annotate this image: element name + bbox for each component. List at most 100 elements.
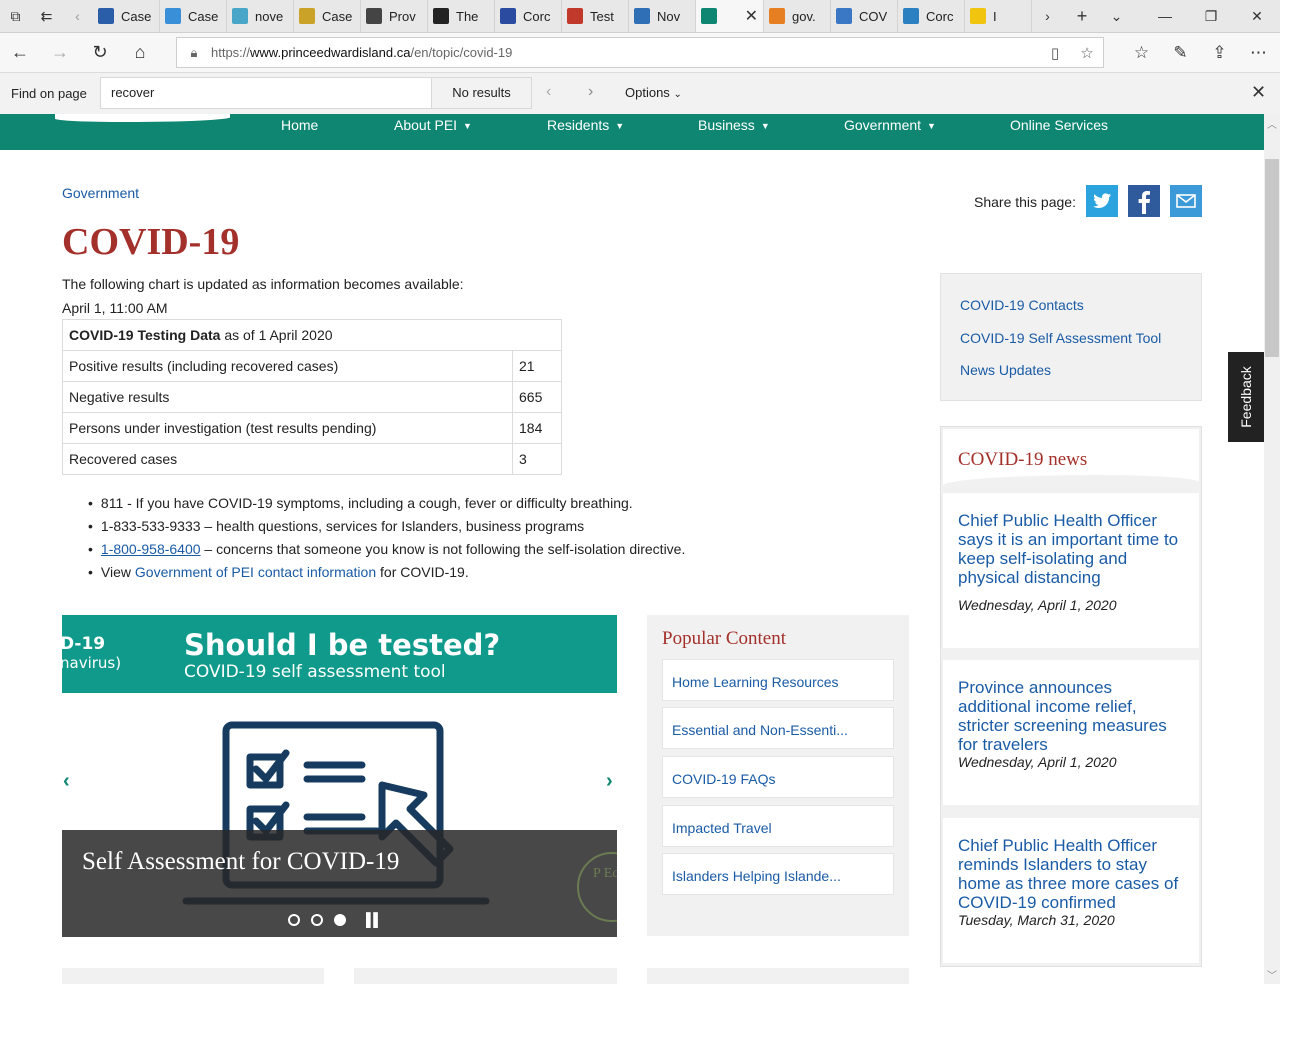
row-value: 184 — [512, 412, 562, 444]
popular-item[interactable]: Essential and Non-Essenti... — [662, 707, 894, 749]
nav-item[interactable]: Business ▼ — [698, 117, 770, 133]
scroll-down-icon[interactable]: ﹀ — [1264, 967, 1280, 982]
forward-icon[interactable]: → — [40, 42, 80, 63]
share-icon[interactable]: ⇪ — [1200, 43, 1239, 63]
testing-data-table: COVID-19 Testing Data as of 1 April 2020… — [62, 319, 562, 475]
row-label: Positive results (including recovered ca… — [62, 350, 513, 382]
tab-favicon-icon — [299, 8, 315, 24]
browser-tab[interactable]: Case — [294, 0, 361, 32]
reading-view-icon[interactable]: ▯ — [1039, 44, 1071, 62]
browser-tab[interactable]: ✕ — [696, 0, 764, 32]
quick-link-news-updates[interactable]: News Updates — [960, 362, 1051, 378]
bottom-card-stub — [354, 968, 617, 984]
tab-title: gov. — [792, 8, 816, 24]
browser-tab[interactable]: Prov — [361, 0, 428, 32]
lock-icon[interactable]: 🔒︎ — [177, 45, 211, 61]
tab-favicon-icon — [500, 8, 516, 24]
favorites-hub-icon[interactable]: ☆ — [1122, 43, 1161, 63]
carousel-dot-1[interactable] — [288, 913, 300, 926]
nav-item[interactable]: About PEI ▼ — [394, 117, 472, 133]
news-headline-link[interactable]: Province announces additional income rel… — [958, 678, 1186, 754]
banner-left-text: D-19 navirus) — [62, 634, 122, 673]
carousel-dot-2[interactable] — [311, 913, 323, 926]
tab-title: Test — [590, 8, 614, 24]
browser-tab[interactable]: Test — [562, 0, 629, 32]
intro-text: The following chart is updated as inform… — [62, 276, 464, 292]
quick-link-self-assessment[interactable]: COVID-19 Self Assessment Tool — [960, 330, 1161, 346]
row-value: 665 — [512, 381, 562, 413]
news-title: COVID-19 news — [958, 449, 1088, 470]
nav-item[interactable]: Government ▼ — [844, 117, 936, 133]
tab-title: Case — [188, 8, 219, 24]
breadcrumb[interactable]: Government — [62, 185, 139, 201]
refresh-icon[interactable]: ↻ — [80, 42, 120, 63]
facebook-share-icon[interactable] — [1128, 185, 1160, 217]
carousel-pause-icon[interactable]: ▌▌ — [366, 912, 382, 927]
set-tabs-aside-icon[interactable]: ⇇ — [31, 0, 62, 32]
find-previous-icon[interactable]: ‹ — [546, 83, 551, 101]
bottom-card-stub — [62, 968, 324, 984]
close-window-icon[interactable]: ✕ — [1234, 0, 1280, 32]
tab-preview-chevron-icon[interactable]: ⌄ — [1101, 0, 1132, 32]
find-input[interactable]: recover — [100, 77, 432, 109]
news-headline-link[interactable]: Chief Public Health Officer reminds Isla… — [958, 836, 1186, 912]
restore-icon[interactable]: ❐ — [1188, 0, 1234, 32]
find-options-button[interactable]: Options ⌄ — [625, 85, 682, 100]
url-field[interactable]: 🔒︎ https://www.princeedwardisland.ca/en/… — [176, 37, 1104, 68]
news-headline-link[interactable]: Chief Public Health Officer says it is a… — [958, 511, 1186, 587]
popular-item[interactable]: Home Learning Resources — [662, 659, 894, 701]
browser-tab[interactable]: nove — [227, 0, 294, 32]
quick-link-contacts[interactable]: COVID-19 Contacts — [960, 297, 1084, 313]
popular-item[interactable]: COVID-19 FAQs — [662, 756, 894, 798]
tab-favicon-icon — [165, 8, 181, 24]
url-text[interactable]: https://www.princeedwardisland.ca/en/top… — [211, 45, 1039, 60]
back-icon[interactable]: ← — [0, 42, 40, 63]
close-tab-icon[interactable]: ✕ — [745, 6, 758, 26]
browser-tab[interactable]: The — [428, 0, 495, 32]
popular-item[interactable]: Impacted Travel — [662, 805, 894, 847]
tab-scroll-left-icon[interactable]: ‹ — [62, 0, 93, 32]
phone-link[interactable]: 1-800-958-6400 — [101, 541, 201, 557]
feature-carousel[interactable]: D-19 navirus) Should I be tested? COVID-1… — [62, 615, 617, 937]
row-label: Negative results — [62, 381, 513, 413]
find-close-icon[interactable]: ✕ — [1251, 82, 1266, 103]
scrollbar-thumb[interactable] — [1265, 159, 1279, 357]
more-menu-icon[interactable]: ⋯ — [1239, 43, 1278, 63]
new-tab-icon[interactable]: + — [1063, 0, 1101, 32]
find-label: Find on page — [11, 86, 87, 101]
browser-tab[interactable]: Nov — [629, 0, 696, 32]
browser-tab[interactable]: Case — [160, 0, 227, 32]
minimize-icon[interactable]: — — [1142, 0, 1188, 32]
scroll-up-icon[interactable]: ︿ — [1264, 116, 1280, 131]
tab-scroll-right-icon[interactable]: › — [1032, 0, 1063, 32]
banner-subtitle: COVID-19 self assessment tool — [184, 662, 446, 682]
browser-tab[interactable]: COV — [831, 0, 898, 32]
browser-tab[interactable]: I — [965, 0, 1032, 32]
nav-item[interactable]: Residents ▼ — [547, 117, 624, 133]
pen-notes-icon[interactable]: ✎ — [1161, 43, 1200, 63]
email-share-icon[interactable] — [1170, 185, 1202, 217]
table-row: Recovered cases 3 — [62, 443, 562, 475]
browser-tab[interactable]: gov. — [764, 0, 831, 32]
twitter-share-icon[interactable] — [1086, 185, 1118, 217]
browser-tab[interactable]: Corc — [898, 0, 965, 32]
carousel-dot-3[interactable] — [334, 913, 346, 926]
browser-tab[interactable]: Case — [93, 0, 160, 32]
tab-actions-icon[interactable]: ⧉ — [0, 0, 31, 32]
find-next-icon[interactable]: › — [588, 83, 593, 101]
pei-seal-logo: P Ed — [577, 852, 617, 922]
tab-title: nove — [255, 8, 284, 24]
carousel-next-arrow-icon[interactable]: › — [606, 770, 613, 793]
row-label: Recovered cases — [62, 443, 513, 475]
carousel-prev-arrow-icon[interactable]: ‹ — [63, 770, 70, 793]
favorite-star-icon[interactable]: ☆ — [1071, 44, 1103, 62]
browser-tab[interactable]: Corc — [495, 0, 562, 32]
contact-info-link[interactable]: Government of PEI contact information — [135, 564, 376, 580]
feedback-button[interactable]: Feedback — [1228, 352, 1264, 442]
nav-item[interactable]: Online Services — [1010, 117, 1108, 133]
home-icon[interactable]: ⌂ — [120, 42, 160, 63]
nav-item[interactable]: Home — [281, 117, 318, 133]
list-item: 811 - If you have COVID-19 symptoms, inc… — [88, 495, 685, 518]
popular-item[interactable]: Islanders Helping Islande... — [662, 853, 894, 895]
page-scrollbar[interactable]: ︿ ﹀ — [1264, 114, 1280, 984]
